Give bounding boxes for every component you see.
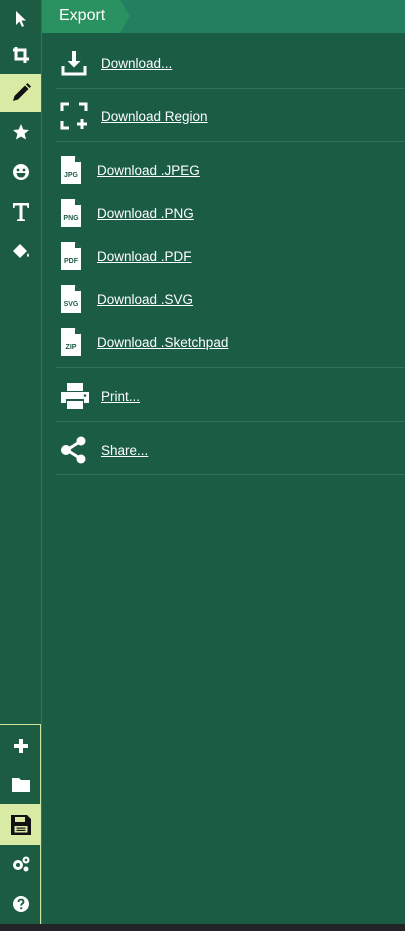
gears-icon [12, 856, 29, 872]
emoji-tool-button[interactable] [0, 153, 41, 191]
pencil-tool-button[interactable] [0, 74, 41, 112]
print-item[interactable]: Print... [56, 380, 405, 412]
stamp-tool-button[interactable] [0, 113, 41, 151]
download-link[interactable]: Download... [101, 56, 172, 71]
download-item[interactable]: Download... [56, 46, 405, 80]
export-panel: Export Download... Download Region JPG D… [42, 0, 405, 924]
file-actions-group [0, 724, 41, 924]
share-item[interactable]: Share... [56, 434, 405, 466]
star-icon [12, 124, 29, 140]
panel-title: Export [59, 7, 106, 24]
divider [56, 141, 405, 142]
share-icon [60, 436, 88, 464]
question-circle-icon [12, 896, 29, 912]
text-t-icon [12, 203, 29, 221]
region-select-icon [60, 102, 88, 130]
file-badge: SVG [64, 301, 79, 308]
divider [56, 88, 405, 89]
download-region-link[interactable]: Download Region [101, 109, 208, 124]
download-arrow-icon [60, 49, 88, 77]
divider [56, 474, 405, 475]
settings-button[interactable] [0, 845, 41, 883]
bottom-bar [0, 924, 405, 931]
new-button[interactable] [0, 727, 41, 765]
file-badge: PDF [64, 258, 79, 265]
file-png-icon: PNG [60, 198, 82, 228]
panel-header: Export [42, 0, 405, 33]
open-button[interactable] [0, 766, 41, 804]
left-toolbar [0, 0, 42, 924]
download-png-link[interactable]: Download .PNG [97, 206, 194, 221]
crop-icon [12, 47, 29, 63]
download-region-item[interactable]: Download Region [56, 99, 405, 133]
download-jpeg-link[interactable]: Download .JPEG [97, 163, 200, 178]
file-zip-icon: ZIP [60, 327, 82, 357]
file-svg-icon: SVG [60, 284, 82, 314]
printer-icon [60, 382, 90, 410]
paint-bucket-icon [12, 244, 29, 258]
download-svg-link[interactable]: Download .SVG [97, 292, 193, 307]
save-button[interactable] [0, 804, 41, 845]
download-sketchpad-item[interactable]: ZIP Download .Sketchpad [56, 327, 405, 357]
arrow-cursor-icon [15, 11, 26, 27]
file-jpg-icon: JPG [60, 155, 82, 185]
plus-icon [13, 739, 28, 753]
fill-tool-button[interactable] [0, 233, 41, 271]
file-badge: PNG [63, 215, 79, 222]
divider [56, 367, 405, 368]
file-badge: JPG [64, 172, 79, 179]
download-pdf-link[interactable]: Download .PDF [97, 249, 192, 264]
download-png-item[interactable]: PNG Download .PNG [56, 198, 405, 228]
smiley-icon [12, 164, 29, 180]
select-tool-button[interactable] [0, 0, 41, 38]
floppy-disk-icon [10, 814, 31, 835]
download-jpeg-item[interactable]: JPG Download .JPEG [56, 155, 405, 185]
print-link[interactable]: Print... [101, 389, 140, 404]
download-pdf-item[interactable]: PDF Download .PDF [56, 241, 405, 271]
file-badge: ZIP [66, 344, 77, 351]
crop-tool-button[interactable] [0, 36, 41, 74]
share-link[interactable]: Share... [101, 443, 148, 458]
pencil-icon [12, 83, 31, 101]
file-pdf-icon: PDF [60, 241, 82, 271]
download-svg-item[interactable]: SVG Download .SVG [56, 284, 405, 314]
download-sketchpad-link[interactable]: Download .Sketchpad [97, 335, 228, 350]
text-tool-button[interactable] [0, 193, 41, 231]
help-button[interactable] [0, 885, 41, 923]
folder-icon [11, 778, 30, 792]
divider [56, 421, 405, 422]
